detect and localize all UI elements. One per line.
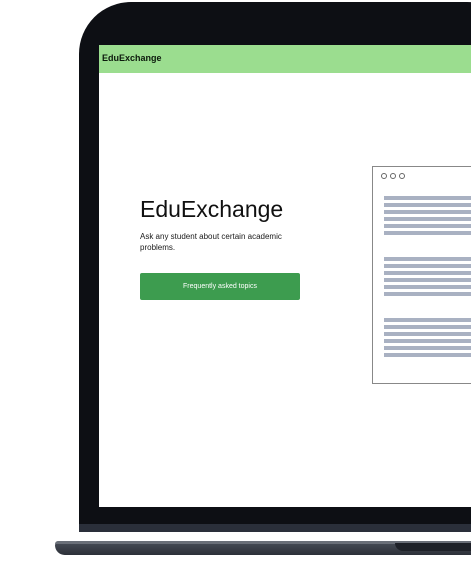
placeholder-line [384,217,471,221]
hero-subtitle: Ask any student about certain academic p… [140,232,282,252]
placeholder-line [384,346,471,350]
placeholder-line [384,278,471,282]
placeholder-line [384,264,471,268]
placeholder-line [384,271,471,275]
window-dot-icon [381,173,387,179]
placeholder-line [384,285,471,289]
placeholder-line [384,257,471,261]
hero-title: EduExchange [140,196,284,222]
placeholder-line [384,325,471,329]
faq-topics-button[interactable]: Frequently asked topics [140,273,300,300]
placeholder-line [384,231,471,235]
brand-logo-link[interactable]: EduExchange [102,53,162,63]
window-dot-icon [390,173,396,179]
placeholder-line [384,339,471,343]
laptop-hinge-notch [395,543,471,551]
laptop-screen: EduExchange EduExchange Ask any student … [99,45,471,507]
window-controls-icon [381,173,405,179]
placeholder-line [384,292,471,296]
placeholder-line [384,332,471,336]
browser-illustration [372,166,471,384]
placeholder-line [384,196,471,200]
placeholder-line [384,210,471,214]
stage: EduExchange EduExchange Ask any student … [0,0,471,561]
window-dot-icon [399,173,405,179]
placeholder-line [384,203,471,207]
placeholder-line [384,353,471,357]
placeholder-line [384,318,471,322]
top-navbar: EduExchange [99,45,471,73]
placeholder-line [384,224,471,228]
